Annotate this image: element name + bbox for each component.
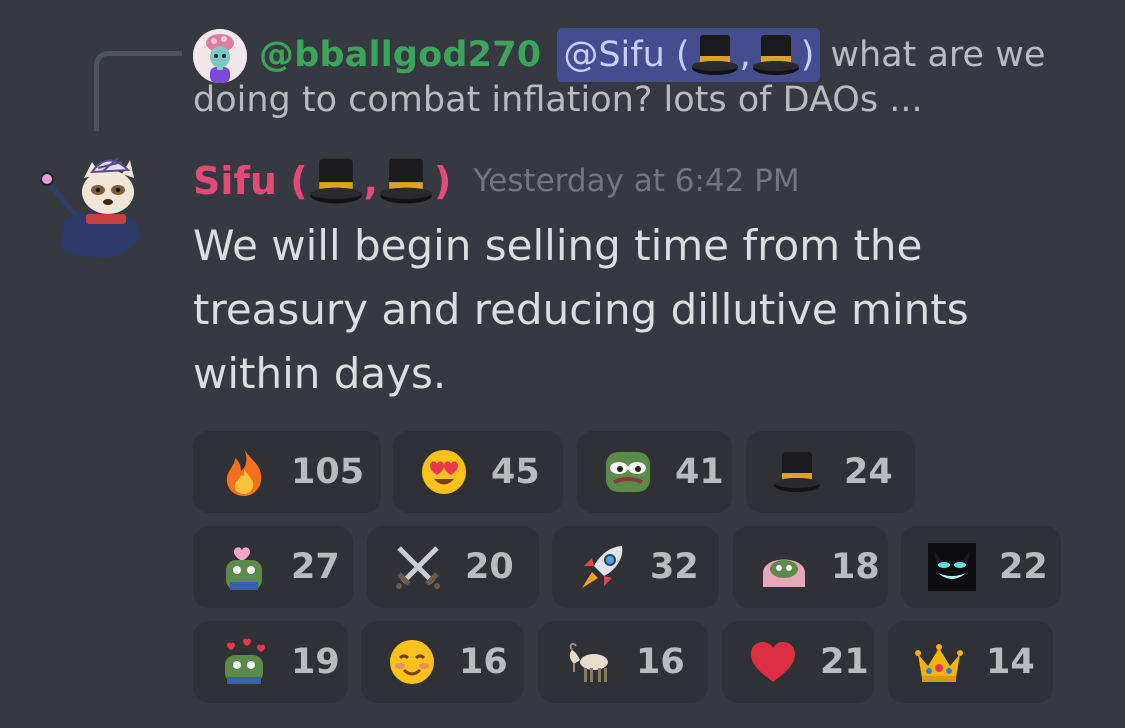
top-hat-icon: [691, 35, 738, 75]
reaction-rocket[interactable]: 32: [552, 526, 719, 608]
reaction-count: 45: [491, 452, 540, 492]
reaction-pepe-blanket[interactable]: 18: [733, 526, 888, 608]
reaction-fire[interactable]: 105: [193, 431, 381, 513]
author-avatar[interactable]: [36, 142, 154, 260]
reply-author-avatar[interactable]: [193, 29, 247, 83]
reaction-top-hat[interactable]: 24: [746, 431, 915, 513]
message-author-name[interactable]: Sifu ( , ): [193, 155, 451, 207]
reply-reference[interactable]: @bballgod270 @Sifu ( , ) what are we doi…: [193, 26, 1103, 136]
reaction-count: 14: [986, 642, 1035, 682]
reaction-count: 16: [636, 642, 685, 682]
rocket-icon: [578, 542, 628, 592]
fire-icon: [219, 447, 269, 497]
crossed-swords-icon: [393, 542, 443, 592]
user-mention[interactable]: @Sifu ( , ): [557, 28, 821, 82]
reaction-crown[interactable]: 14: [888, 621, 1053, 703]
discord-message-view: @bballgod270 @Sifu ( , ) what are we doi…: [0, 0, 1125, 728]
top-hat-icon: [380, 158, 432, 204]
reaction-pepe-love[interactable]: 27: [193, 526, 353, 608]
reaction-count: 27: [291, 547, 340, 587]
top-hat-icon: [309, 158, 362, 204]
heart-eyes-icon: [419, 447, 469, 497]
reaction-red-heart[interactable]: 21: [722, 621, 874, 703]
red-heart-icon: [748, 637, 798, 687]
crown-icon: [914, 637, 964, 687]
message-header: Sifu ( , ) Yesterday at 6:42 PM: [193, 150, 800, 212]
mention-suffix: ): [800, 35, 815, 75]
top-hat-icon: [752, 35, 799, 75]
top-hat-icon: [772, 447, 822, 497]
reaction-crossed-swords[interactable]: 20: [367, 526, 539, 608]
reaction-count: 105: [291, 452, 365, 492]
author-comma: ,: [363, 159, 379, 203]
reaction-pepe-hearts[interactable]: 19: [193, 621, 348, 703]
reply-spine: [94, 51, 182, 131]
reaction-count: 19: [291, 642, 340, 682]
reaction-count: 41: [675, 452, 724, 492]
reaction-count: 18: [831, 547, 880, 587]
reply-snippet-line2: doing to combat inflation? lots of DAOs …: [193, 80, 923, 120]
mention-comma: ,: [739, 35, 751, 75]
pepe-hearts-icon: [219, 637, 269, 687]
smiling-blush-icon: [387, 637, 437, 687]
reaction-pepe[interactable]: 41: [577, 431, 732, 513]
reaction-count: 22: [999, 547, 1048, 587]
reaction-goat[interactable]: 16: [538, 621, 708, 703]
author-suffix: ): [434, 159, 452, 203]
message-timestamp[interactable]: Yesterday at 6:42 PM: [473, 163, 799, 199]
reaction-heart-eyes[interactable]: 45: [393, 431, 563, 513]
reply-snippet-line1: what are we: [830, 35, 1046, 75]
reaction-count: 24: [844, 452, 893, 492]
reaction-count: 32: [650, 547, 699, 587]
pepe-icon: [603, 447, 653, 497]
mention-prefix: @Sifu (: [563, 35, 690, 75]
author-prefix: Sifu (: [193, 159, 308, 203]
reaction-count: 21: [820, 642, 869, 682]
pepe-love-icon: [219, 542, 269, 592]
reaction-count: 20: [465, 547, 514, 587]
reaction-cat-grin[interactable]: 22: [901, 526, 1061, 608]
message-content: We will begin selling time from the trea…: [193, 221, 969, 398]
cat-grin-icon: [927, 542, 977, 592]
reaction-count: 16: [459, 642, 508, 682]
reaction-smiling-blush[interactable]: 16: [361, 621, 524, 703]
goat-icon: [564, 637, 614, 687]
pepe-blanket-icon: [759, 542, 809, 592]
reply-author-name[interactable]: @bballgod270: [259, 35, 541, 75]
